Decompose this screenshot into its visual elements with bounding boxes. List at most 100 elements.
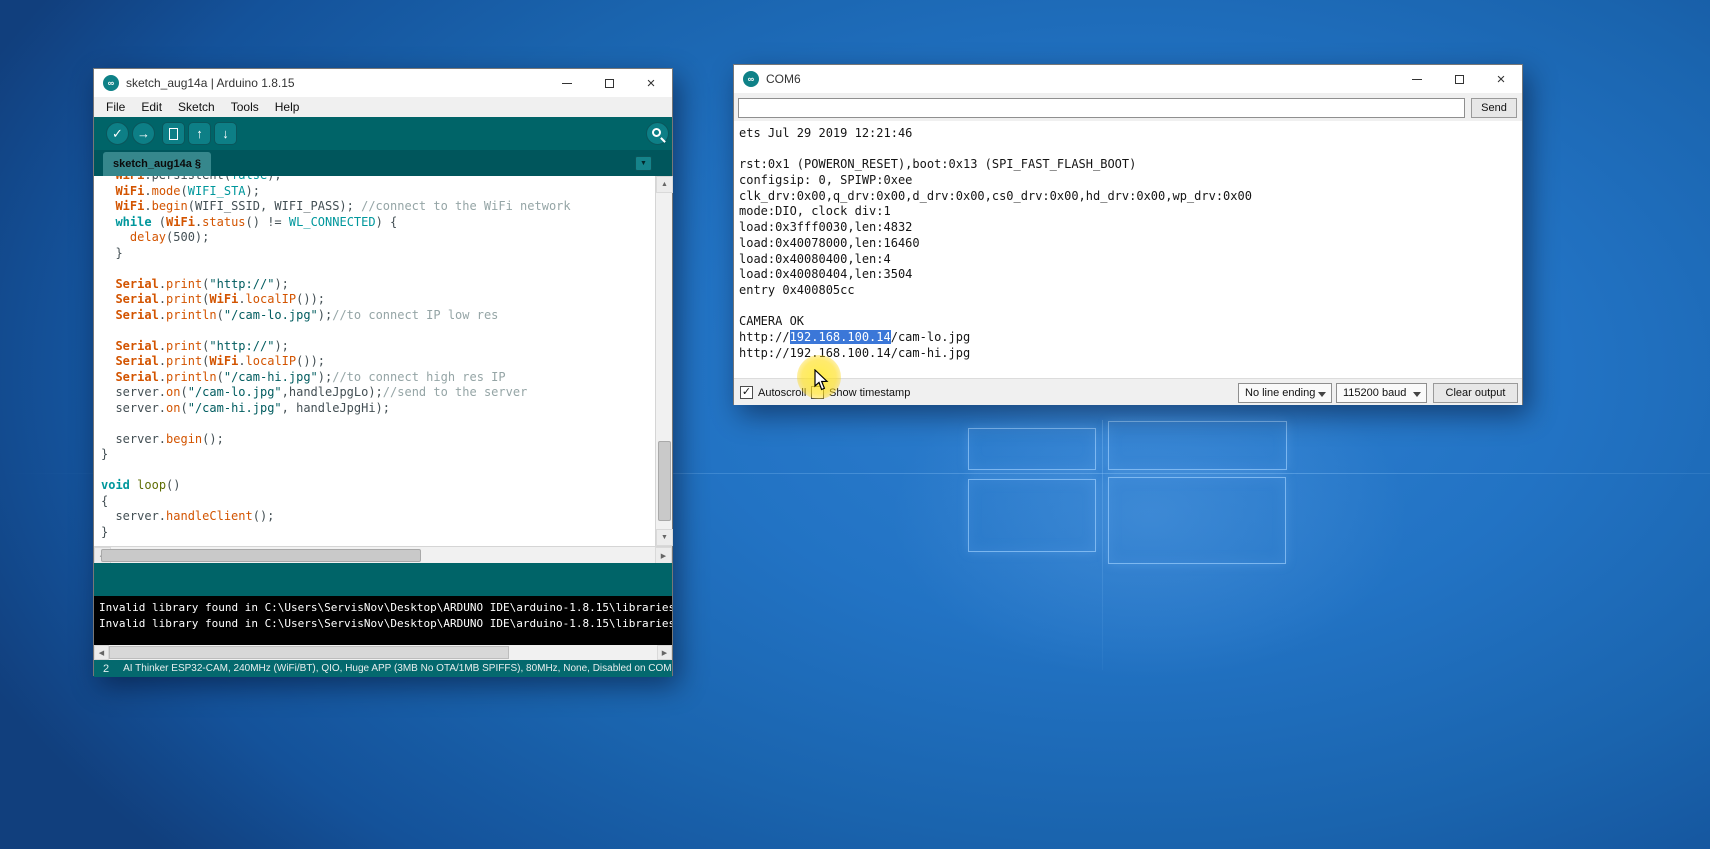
code-line: server.on("/cam-lo.jpg",handleJpgLo);//s… bbox=[101, 385, 655, 401]
close-icon: × bbox=[647, 76, 656, 91]
console-line: Invalid library found in C:\Users\Servis… bbox=[99, 616, 672, 632]
tab-menu-button[interactable]: ▼ bbox=[635, 156, 652, 171]
menu-sketch[interactable]: Sketch bbox=[170, 98, 223, 116]
console-scrollbar-thumb[interactable] bbox=[109, 646, 509, 659]
code-line: Serial.println("/cam-lo.jpg");//to conne… bbox=[101, 308, 655, 324]
serial-monitor-button[interactable] bbox=[646, 122, 669, 145]
output-line: load:0x40078000,len:16460 bbox=[739, 236, 1522, 252]
scroll-right-arrow-icon[interactable]: ▶ bbox=[655, 547, 672, 564]
windows-logo-pane bbox=[968, 479, 1096, 552]
output-line: http://192.168.100.14/cam-hi.jpg bbox=[739, 346, 1522, 362]
chevron-down-icon bbox=[1413, 392, 1421, 397]
arduino-logo-icon: ∞ bbox=[743, 71, 759, 87]
code-line: Serial.print(WiFi.localIP()); bbox=[101, 354, 655, 370]
tab-sketch-aug14a[interactable]: sketch_aug14a § bbox=[103, 152, 211, 176]
code-line: Serial.print("http://"); bbox=[101, 277, 655, 293]
tab-strip: sketch_aug14a § ▼ bbox=[94, 150, 672, 176]
output-line: CAMERA OK bbox=[739, 314, 1522, 330]
status-bar: 2 AI Thinker ESP32-CAM, 240MHz (WiFi/BT)… bbox=[94, 660, 672, 677]
code-line: Serial.print(WiFi.localIP()); bbox=[101, 292, 655, 308]
scroll-up-arrow-icon[interactable]: ▲ bbox=[656, 176, 673, 193]
save-button[interactable]: ↓ bbox=[214, 122, 237, 145]
baud-rate-value: 115200 baud bbox=[1343, 387, 1406, 399]
output-line: http://192.168.100.14/cam-lo.jpg bbox=[739, 330, 1522, 346]
vertical-scrollbar-thumb[interactable] bbox=[658, 441, 671, 521]
toolbar: ✓ → ↑ ↓ bbox=[94, 117, 672, 150]
arrow-down-icon: ↓ bbox=[222, 127, 229, 140]
infinity-glyph: ∞ bbox=[108, 78, 114, 88]
console-scrollbar[interactable]: ◀ ▶ bbox=[94, 645, 672, 660]
line-ending-dropdown[interactable]: No line ending bbox=[1238, 383, 1332, 403]
editor-horizontal-scrollbar[interactable]: ◀ ▶ bbox=[94, 546, 672, 563]
serial-input[interactable] bbox=[738, 98, 1465, 118]
code-line: Serial.print("http://"); bbox=[101, 339, 655, 355]
output-line: configsip: 0, SPIWP:0xee bbox=[739, 173, 1522, 189]
menubar: File Edit Sketch Tools Help bbox=[94, 97, 672, 117]
minimize-icon bbox=[562, 83, 572, 84]
document-icon bbox=[169, 128, 178, 140]
desktop: ∞ sketch_aug14a | Arduino 1.8.15 × File … bbox=[0, 0, 1710, 849]
output-line: ets Jul 29 2019 12:21:46 bbox=[739, 126, 1522, 142]
console-output[interactable]: Invalid library found in C:\Users\Servis… bbox=[94, 596, 672, 645]
code-line: WiFi.mode(WIFI_STA); bbox=[101, 184, 655, 200]
code-line bbox=[101, 416, 655, 432]
arrow-right-icon: → bbox=[137, 127, 150, 140]
line-ending-value: No line ending bbox=[1245, 387, 1315, 399]
window-title: sketch_aug14a | Arduino 1.8.15 bbox=[126, 76, 295, 90]
upload-button[interactable]: → bbox=[132, 122, 155, 145]
scroll-left-arrow-icon[interactable]: ◀ bbox=[94, 645, 109, 660]
verify-button[interactable]: ✓ bbox=[106, 122, 129, 145]
check-icon: ✓ bbox=[112, 127, 123, 140]
status-board-info: AI Thinker ESP32-CAM, 240MHz (WiFi/BT), … bbox=[123, 663, 672, 674]
menu-edit[interactable]: Edit bbox=[133, 98, 170, 116]
output-line: mode:DIO, clock div:1 bbox=[739, 204, 1522, 220]
output-line bbox=[739, 142, 1522, 158]
window-controls: × bbox=[546, 69, 672, 97]
close-icon: × bbox=[1497, 72, 1506, 87]
code-line: server.begin(); bbox=[101, 432, 655, 448]
send-button[interactable]: Send bbox=[1471, 98, 1517, 118]
baud-rate-dropdown[interactable]: 115200 baud bbox=[1336, 383, 1427, 403]
autoscroll-label[interactable]: Autoscroll bbox=[758, 387, 806, 399]
code-line: { bbox=[101, 494, 655, 510]
output-line: clk_drv:0x00,q_drv:0x00,d_drv:0x00,cs0_d… bbox=[739, 189, 1522, 205]
output-line: rst:0x1 (POWERON_RESET),boot:0x13 (SPI_F… bbox=[739, 157, 1522, 173]
scroll-down-arrow-icon[interactable]: ▼ bbox=[656, 529, 673, 546]
menu-help[interactable]: Help bbox=[267, 98, 308, 116]
serial-titlebar[interactable]: ∞ COM6 × bbox=[734, 65, 1522, 93]
close-button[interactable]: × bbox=[630, 69, 672, 97]
code-line: } bbox=[101, 525, 655, 541]
new-sketch-button[interactable] bbox=[162, 122, 185, 145]
windows-logo-pane bbox=[1108, 477, 1286, 564]
mouse-cursor-icon bbox=[814, 369, 830, 393]
maximize-button[interactable] bbox=[588, 69, 630, 97]
arduino-titlebar[interactable]: ∞ sketch_aug14a | Arduino 1.8.15 × bbox=[94, 69, 672, 97]
chevron-down-icon bbox=[1318, 392, 1326, 397]
scroll-right-arrow-icon[interactable]: ▶ bbox=[657, 645, 672, 660]
horizontal-scrollbar-thumb[interactable] bbox=[101, 549, 421, 562]
arduino-logo-icon: ∞ bbox=[103, 75, 119, 91]
show-timestamp-label[interactable]: Show timestamp bbox=[829, 387, 910, 399]
clear-output-button[interactable]: Clear output bbox=[1433, 383, 1518, 403]
code-line bbox=[101, 261, 655, 277]
serial-monitor-window: ∞ COM6 × Send ets Jul 29 2019 12:21:46 r… bbox=[733, 64, 1523, 405]
serial-bottom-bar: ✓ Autoscroll Show timestamp No line endi… bbox=[734, 378, 1522, 405]
code-editor[interactable]: WiFi.persistent(false); WiFi.mode(WIFI_S… bbox=[94, 176, 655, 546]
windows-logo-pane bbox=[968, 428, 1096, 470]
autoscroll-checkbox[interactable]: ✓ bbox=[740, 386, 753, 399]
close-button[interactable]: × bbox=[1480, 65, 1522, 93]
menu-tools[interactable]: Tools bbox=[223, 98, 267, 116]
minimize-button[interactable] bbox=[1396, 65, 1438, 93]
maximize-button[interactable] bbox=[1438, 65, 1480, 93]
open-button[interactable]: ↑ bbox=[188, 122, 211, 145]
code-line: } bbox=[101, 447, 655, 463]
code-line bbox=[101, 323, 655, 339]
light-beam bbox=[1102, 420, 1103, 670]
code-line: void loop() bbox=[101, 478, 655, 494]
menu-file[interactable]: File bbox=[98, 98, 133, 116]
serial-output[interactable]: ets Jul 29 2019 12:21:46 rst:0x1 (POWERO… bbox=[734, 121, 1522, 378]
output-line bbox=[739, 299, 1522, 315]
editor-vertical-scrollbar[interactable]: ▲ ▼ bbox=[655, 176, 672, 546]
minimize-button[interactable] bbox=[546, 69, 588, 97]
magnifier-icon bbox=[652, 128, 661, 137]
